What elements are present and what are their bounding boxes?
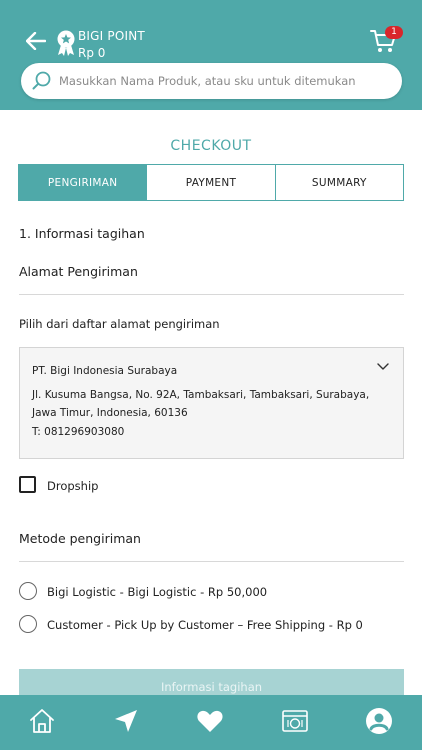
address-line-1: Jl. Kusuma Bangsa, No. 92A, Tambaksari, … xyxy=(32,389,370,401)
address-select[interactable]: PT. Bigi Indonesia Surabaya Jl. Kusuma B… xyxy=(19,347,404,459)
app-header: BIGI POINT Rp 0 1 xyxy=(0,0,422,110)
address-heading: Alamat Pengiriman xyxy=(19,264,138,279)
bigi-point-value: Rp 0 xyxy=(78,46,106,60)
tab-payment[interactable]: PAYMENT xyxy=(146,165,274,200)
reward-badge-icon xyxy=(56,30,76,56)
account-icon xyxy=(366,708,392,734)
shipping-option-radio-pickup[interactable] xyxy=(19,615,37,633)
shipping-option-label-pickup[interactable]: Customer - Pick Up by Customer – Free Sh… xyxy=(47,618,363,632)
search-input[interactable] xyxy=(59,63,395,99)
address-name: PT. Bigi Indonesia Surabaya xyxy=(32,365,178,377)
shipping-method-title: Metode pengiriman xyxy=(19,531,141,546)
tab-summary[interactable]: SUMMARY xyxy=(274,165,403,200)
back-button[interactable] xyxy=(22,28,50,54)
nav-promo[interactable] xyxy=(279,705,311,737)
address-phone: T: 081296903080 xyxy=(32,426,125,438)
heart-icon xyxy=(197,710,223,732)
promo-icon xyxy=(282,710,308,732)
nav-location[interactable] xyxy=(110,705,142,737)
section-title: 1. Informasi tagihan xyxy=(19,226,145,241)
nav-wishlist[interactable] xyxy=(194,705,226,737)
bottom-nav xyxy=(0,695,422,750)
page-title: CHECKOUT xyxy=(170,138,252,154)
dropship-label[interactable]: Dropship xyxy=(47,479,98,493)
bigi-point-label: BIGI POINT xyxy=(78,29,145,43)
search-icon xyxy=(32,71,51,90)
divider xyxy=(19,294,404,295)
divider xyxy=(19,561,404,562)
search-bar[interactable] xyxy=(21,63,402,99)
choose-address-label: Pilih dari daftar alamat pengiriman xyxy=(19,317,220,331)
cart-count-badge: 1 xyxy=(385,26,403,39)
location-arrow-icon xyxy=(115,710,137,732)
shipping-option-radio-bigi-logistic[interactable] xyxy=(19,582,37,600)
address-line-2: Jawa Timur, Indonesia, 60136 xyxy=(32,407,188,419)
shipping-option-label-bigi-logistic[interactable]: Bigi Logistic - Bigi Logistic - Rp 50,00… xyxy=(47,585,267,599)
checkout-tabs: PENGIRIMAN PAYMENT SUMMARY xyxy=(18,164,404,201)
arrow-left-icon xyxy=(26,32,46,50)
nav-home[interactable] xyxy=(26,705,58,737)
dropship-checkbox[interactable] xyxy=(19,476,36,493)
tab-pengiriman[interactable]: PENGIRIMAN xyxy=(19,165,147,200)
home-icon xyxy=(30,709,54,733)
nav-account[interactable] xyxy=(363,705,395,737)
chevron-down-icon xyxy=(377,363,389,370)
